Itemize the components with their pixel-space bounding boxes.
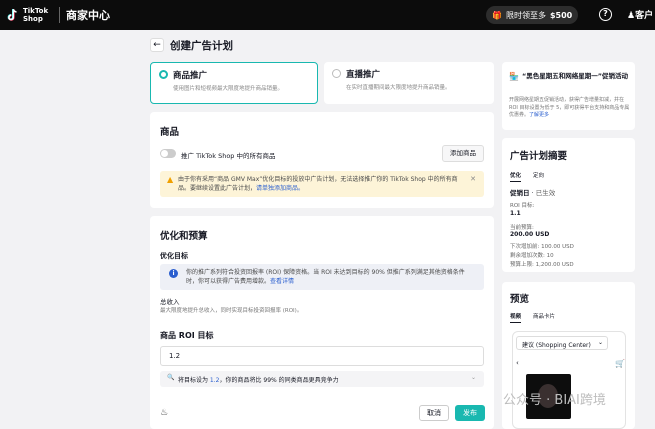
- promo-card-body: 开展网络星期五促销活动，获得广告增量扣减，并在 ROI 目标设置为低于 5，即可…: [509, 97, 633, 120]
- cart-icon: 🛒: [615, 359, 625, 368]
- tiktok-logo-icon: [7, 8, 17, 21]
- topbar-divider: [59, 7, 60, 23]
- preview-title: 预览: [510, 294, 530, 305]
- preview-search-bar: 建议 (Shopping Center) ⌄: [516, 336, 608, 350]
- promo-amount: $500: [549, 10, 573, 20]
- budget-section-title: 优化和预算: [160, 231, 208, 242]
- ad-type-title: 直播推广: [346, 70, 381, 80]
- chevron-down-icon[interactable]: ⌄: [471, 374, 476, 381]
- app-title: 商家中心: [66, 9, 110, 22]
- feedback-icon[interactable]: ♨: [160, 408, 168, 418]
- arrow-left-icon[interactable]: ←: [150, 38, 164, 52]
- roi-target-summary-label: ROI 目标:: [510, 203, 535, 209]
- radio-unselected[interactable]: [332, 69, 341, 78]
- top-bar: TikTok Shop 商家中心 🎁 限时领至多 $500 ? ♟客户: [0, 0, 655, 30]
- logo-text: TikTok Shop: [23, 7, 49, 23]
- ad-type-title: 商品推广: [173, 71, 208, 81]
- hint-suffix: ，你的商品将比 99% 的同类商品更具竞争力: [219, 377, 339, 384]
- back-arrow-icon: ‹: [516, 359, 519, 367]
- promote-all-toggle[interactable]: [160, 149, 176, 158]
- status-title: 促销日: [510, 189, 530, 197]
- gift-icon: 🎁: [492, 10, 502, 20]
- toggle-label: 推广 TikTok Shop 中的所有商品: [181, 152, 276, 160]
- budget-summary-value: 200.00 USD: [510, 231, 550, 238]
- ad-type-desc: 使用图片和短视频最大限度地提升商品销量。: [173, 86, 284, 92]
- user-label: 客户: [635, 11, 654, 21]
- question-circle-icon[interactable]: ?: [599, 8, 612, 21]
- close-icon[interactable]: ✕: [470, 175, 476, 184]
- roi-hint[interactable]: 🔍 将目标设为 1.2，你的商品将比 99% 的同类商品更具竞争力 ⌄: [160, 371, 484, 387]
- roi-target-summary-value: 1.1: [510, 210, 521, 217]
- view-details-link[interactable]: 查看详情: [270, 278, 294, 285]
- roi-guarantee-banner: i 你的推广系列符合投资回报率 (ROI) 保障资格。当 ROI 未达到目标的 …: [160, 264, 484, 290]
- promo-card-body-text: 开展网络星期五促销活动，获得广告增量扣减，并在 ROI 目标设置为低于 5，即可…: [509, 97, 630, 118]
- budget-cap: 预算上限: 1,200.00 USD: [510, 262, 574, 268]
- shop-icon: 🏪: [509, 72, 519, 81]
- ad-type-product[interactable]: 商品推广 使用图片和短视频最大限度地提升商品销量。: [150, 62, 318, 104]
- promo-label: 限时领至多: [505, 10, 546, 20]
- budget-card: [150, 216, 494, 429]
- gross-revenue-label: 总收入: [160, 298, 180, 306]
- user-menu[interactable]: ♟客户: [627, 8, 653, 21]
- tab-product-card[interactable]: 商品卡片: [533, 312, 555, 320]
- roi-target-input[interactable]: 1.2: [160, 346, 484, 366]
- publish-button[interactable]: 发布: [455, 405, 485, 421]
- warning-text: 由于你有采用“商品 GMV Max”优化目标的投放中广告计划，无法选择推广你的 …: [178, 176, 458, 192]
- hint-prefix: 将目标设为: [178, 377, 210, 384]
- roi-target-label: 商品 ROI 目标: [160, 331, 214, 340]
- learn-more-link[interactable]: 了解更多: [529, 112, 549, 118]
- tab-optimization[interactable]: 优化: [510, 171, 522, 182]
- preview-search-text: 建议 (Shopping Center): [522, 342, 591, 349]
- add-products-link[interactable]: 请单独添加商品。: [256, 185, 304, 192]
- next-increase: 下次增加前: 100.00 USD: [510, 244, 574, 250]
- tiktok-shop-logo[interactable]: TikTok Shop: [6, 7, 53, 23]
- status-badge: 已生效: [535, 189, 556, 197]
- ad-type-desc: 在实时直播期间最大限度地提升商品销量。: [346, 85, 451, 91]
- cancel-button[interactable]: 取消: [419, 405, 449, 421]
- product-section-title: 商品: [160, 127, 180, 138]
- info-icon: i: [169, 269, 178, 278]
- promo-card-title: “黑色星期五和网络星期一”促销活动: [522, 72, 629, 80]
- warning-icon: ▲: [167, 175, 174, 184]
- info-text: 你的推广系列符合投资回报率 (ROI) 保障资格。当 ROI 未达到目标的 90…: [186, 269, 465, 285]
- summary-title: 广告计划摘要: [510, 151, 568, 162]
- tab-targeting[interactable]: 定向: [533, 171, 544, 179]
- budget-summary-label: 当前预算:: [510, 225, 534, 231]
- chevron-down-icon: ⌄: [597, 339, 603, 346]
- remaining-increases: 剩余增加次数: 10: [510, 253, 554, 259]
- user-icon: ♟: [627, 11, 636, 21]
- ad-type-live[interactable]: 直播推广 在实时直播期间最大限度地提升商品销量。: [324, 62, 494, 104]
- watermark: 公众号 · BIAI跨境: [503, 393, 606, 408]
- promo-badge[interactable]: 🎁 限时领至多 $500: [486, 6, 579, 24]
- status-row: 促销日 · 已生效: [510, 189, 556, 197]
- gross-revenue-desc: 最大限度地提升总收入，同时实现目标投资回报率 (ROI)。: [160, 308, 303, 314]
- warning-banner: ▲ 由于你有采用“商品 GMV Max”优化目标的投放中广告计划，无法选择推广你…: [160, 171, 484, 197]
- tab-video[interactable]: 视频: [510, 312, 522, 323]
- page-title: 创建广告计划: [170, 40, 233, 52]
- search-icon: 🔍: [167, 374, 175, 381]
- goal-label: 优化目标: [160, 252, 188, 260]
- radio-selected[interactable]: [159, 70, 168, 79]
- add-products-button[interactable]: 添加商品: [442, 145, 484, 162]
